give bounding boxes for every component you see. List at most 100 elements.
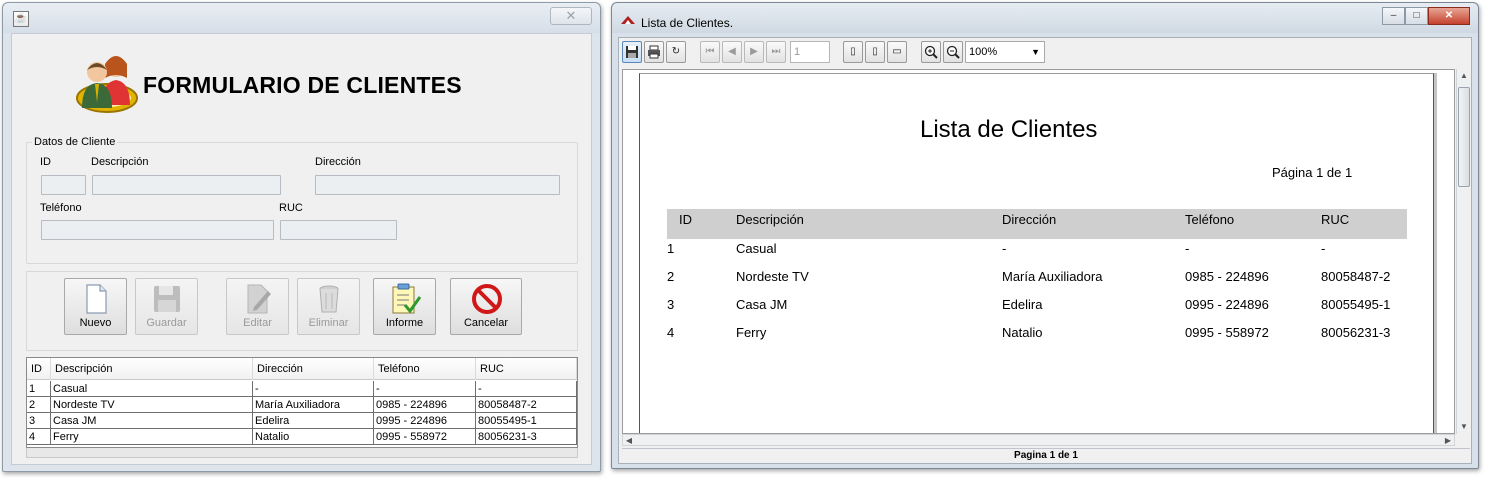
guardar-button[interactable]: Guardar	[135, 278, 198, 335]
table-cell[interactable]: Casual	[51, 381, 253, 397]
first-page-button[interactable]: ⏮	[700, 41, 720, 63]
table-row[interactable]: 4 Ferry Natalio 0995 - 558972 80056231-3	[27, 429, 577, 445]
fit-page-button[interactable]: ▯	[865, 41, 885, 63]
table-cell[interactable]: Casa JM	[51, 413, 253, 429]
vertical-scrollbar[interactable]: ▲ ▼	[1456, 69, 1470, 434]
printer-icon	[648, 45, 660, 59]
form-window-titlebar[interactable]: ☕ ✕	[3, 3, 600, 33]
table-cell[interactable]: -	[253, 381, 374, 397]
table-cell[interactable]: 2	[27, 397, 51, 413]
fit-width-icon: ▭	[892, 46, 902, 57]
horizontal-scrollbar[interactable]: ◀ ▶	[622, 434, 1455, 446]
table-row[interactable]: 3 Casa JM Edelira 0995 - 224896 80055495…	[27, 413, 577, 429]
actual-size-page-icon: ▯	[850, 46, 856, 57]
actual-size-button[interactable]: ▯	[843, 41, 863, 63]
column-header-id[interactable]: ID	[27, 358, 51, 380]
table-horizontal-scrollbar[interactable]	[26, 448, 578, 458]
zoom-in-button[interactable]	[921, 41, 941, 63]
minimize-button[interactable]: –	[1382, 7, 1405, 25]
scroll-down-icon[interactable]: ▼	[1457, 420, 1471, 434]
first-page-icon: ⏮	[705, 46, 715, 57]
table-cell[interactable]: -	[476, 381, 577, 397]
report-cell: 0995 - 558972	[1185, 325, 1269, 340]
table-cell[interactable]: 0995 - 558972	[374, 429, 476, 445]
report-cell: Nordeste TV	[736, 269, 809, 284]
close-button[interactable]: ✕	[550, 7, 592, 25]
scroll-left-icon[interactable]: ◀	[623, 435, 635, 447]
java-app-icon: ☕	[13, 11, 29, 27]
informe-label: Informe	[385, 317, 424, 329]
table-cell[interactable]: Ferry	[51, 429, 253, 445]
report-row: 2 Nordeste TV María Auxiliadora 0985 - 2…	[667, 269, 1407, 297]
report-cell: 3	[667, 297, 675, 312]
table-cell[interactable]: -	[374, 381, 476, 397]
report-window-titlebar[interactable]: Lista de Clientes. – □ ✕	[612, 3, 1478, 33]
report-heading: Lista de Clientes	[920, 116, 1098, 143]
nuevo-button[interactable]: Nuevo	[64, 278, 127, 335]
telefono-field[interactable]	[41, 220, 274, 240]
report-window: Lista de Clientes. – □ ✕ ↻ ⏮ ◀ ▶ ⏭ 1 ▯ ▯…	[611, 2, 1479, 469]
clients-logo-icon	[76, 56, 138, 113]
form-client-area: FORMULARIO DE CLIENTES Datos de Cliente …	[11, 33, 592, 465]
nuevo-label: Nuevo	[79, 317, 112, 329]
table-cell[interactable]: 3	[27, 413, 51, 429]
table-cell[interactable]: 4	[27, 429, 51, 445]
table-cell[interactable]: 0995 - 224896	[374, 413, 476, 429]
print-button[interactable]	[644, 41, 664, 63]
maximize-button[interactable]: □	[1405, 7, 1428, 25]
column-header-direccion[interactable]: Dirección	[253, 358, 374, 380]
form-window: ☕ ✕ FORMULARIO DE CLIENTES Datos de Clie…	[2, 2, 601, 472]
clients-table[interactable]: ID Descripción Dirección Teléfono RUC 1 …	[26, 357, 578, 448]
table-cell[interactable]: Nordeste TV	[51, 397, 253, 413]
editar-button[interactable]: Editar	[226, 278, 289, 335]
column-header-telefono[interactable]: Teléfono	[374, 358, 476, 380]
zoom-select[interactable]: 100% ▼	[965, 41, 1045, 63]
scroll-up-icon[interactable]: ▲	[1457, 69, 1471, 83]
report-column-descripcion: Descripción	[736, 212, 804, 227]
report-column-id: ID	[679, 212, 692, 227]
table-cell[interactable]: Edelira	[253, 413, 374, 429]
column-header-ruc[interactable]: RUC	[476, 358, 577, 380]
report-cell: 0995 - 224896	[1185, 297, 1269, 312]
close-button[interactable]: ✕	[1428, 7, 1470, 25]
previous-page-button[interactable]: ◀	[722, 41, 742, 63]
cancel-prohibited-icon	[472, 284, 502, 314]
table-cell[interactable]: Natalio	[253, 429, 374, 445]
last-page-button[interactable]: ⏭	[766, 41, 786, 63]
reload-button[interactable]: ↻	[666, 41, 686, 63]
table-row[interactable]: 2 Nordeste TV María Auxiliadora 0985 - 2…	[27, 397, 577, 413]
informe-button[interactable]: Informe	[373, 278, 436, 335]
zoom-out-button[interactable]	[943, 41, 963, 63]
eliminar-button[interactable]: Eliminar	[297, 278, 360, 335]
table-cell[interactable]: 1	[27, 381, 51, 397]
descripcion-field[interactable]	[92, 175, 281, 195]
ruc-field[interactable]	[280, 220, 397, 240]
table-row[interactable]: 1 Casual - - -	[27, 381, 577, 397]
report-cell: 80055495-1	[1321, 297, 1391, 312]
table-cell[interactable]: María Auxiliadora	[253, 397, 374, 413]
cancelar-button[interactable]: Cancelar	[450, 278, 522, 335]
save-report-button[interactable]	[622, 41, 642, 63]
vertical-scroll-thumb[interactable]	[1458, 87, 1470, 187]
table-cell[interactable]: 80056231-3	[476, 429, 577, 445]
new-document-icon	[86, 284, 107, 314]
report-column-ruc: RUC	[1321, 212, 1350, 227]
report-cell: 80058487-2	[1321, 269, 1391, 284]
fit-page-icon: ▯	[872, 46, 878, 57]
page-number-input[interactable]: 1	[790, 41, 830, 63]
form-title: FORMULARIO DE CLIENTES	[143, 72, 462, 98]
scroll-right-icon[interactable]: ▶	[1442, 435, 1454, 447]
report-column-telefono: Teléfono	[1185, 212, 1235, 227]
table-cell[interactable]: 0985 - 224896	[374, 397, 476, 413]
table-cell[interactable]: 80055495-1	[476, 413, 577, 429]
fit-width-button[interactable]: ▭	[887, 41, 907, 63]
next-page-button[interactable]: ▶	[744, 41, 764, 63]
direccion-field[interactable]	[315, 175, 560, 195]
table-cell[interactable]: 80058487-2	[476, 397, 577, 413]
window-controls: – □ ✕	[1382, 7, 1472, 25]
report-cell: Casual	[736, 241, 777, 256]
column-header-descripcion[interactable]: Descripción	[51, 358, 253, 380]
report-row: 3 Casa JM Edelira 0995 - 224896 80055495…	[667, 297, 1407, 325]
id-field[interactable]	[41, 175, 86, 195]
report-viewport[interactable]: Lista de Clientes Página 1 de 1 ID Descr…	[622, 69, 1455, 434]
